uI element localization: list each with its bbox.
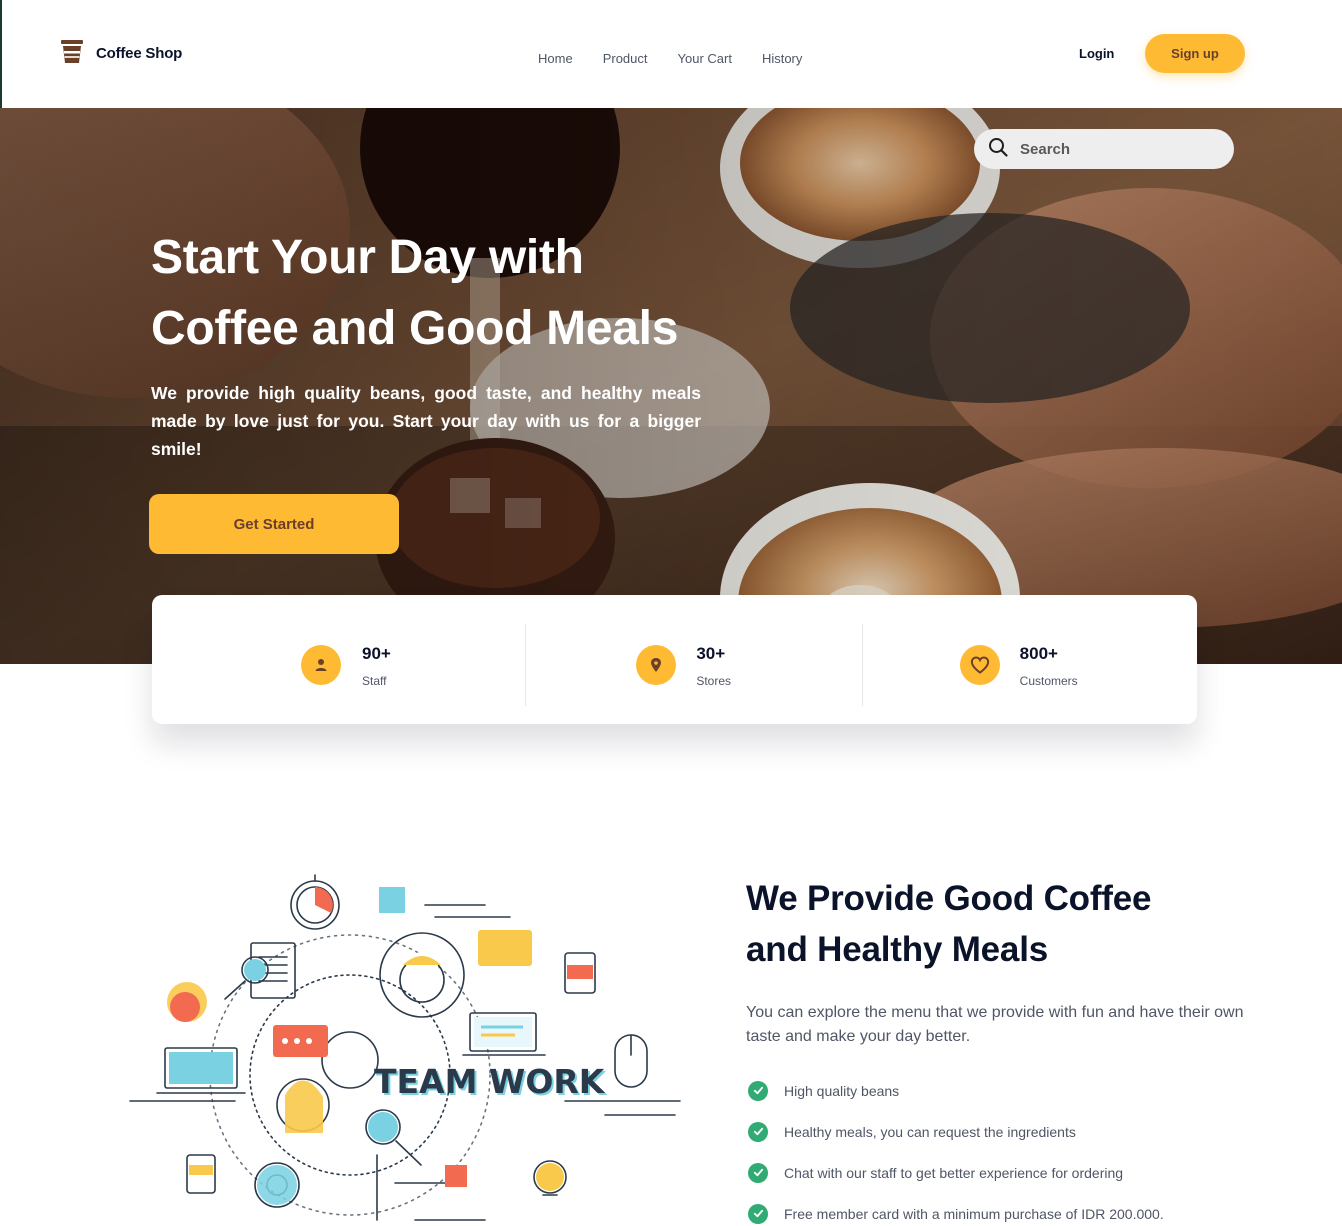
stat-label: Customers bbox=[1019, 674, 1078, 688]
hero-section: Search Start Your Day with Coffee and Go… bbox=[0, 108, 1342, 664]
stat-value: 800+ bbox=[1019, 644, 1058, 663]
feature-description: You can explore the menu that we provide… bbox=[746, 1004, 1244, 1045]
signup-button[interactable]: Sign up bbox=[1145, 34, 1245, 73]
feature-point-list: High quality beans Healthy meals, you ca… bbox=[748, 1070, 1164, 1226]
stat-value: 30+ bbox=[696, 644, 726, 663]
coffee-cup-icon bbox=[59, 38, 85, 69]
feature-title-line-1: We Provide Good Coffee bbox=[746, 879, 1152, 918]
feature-point: Free member card with a minimum purchase… bbox=[748, 1193, 1164, 1226]
nav-history[interactable]: History bbox=[762, 51, 802, 66]
feature-title-line-2: and Healthy Meals bbox=[746, 930, 1048, 969]
check-icon bbox=[748, 1162, 768, 1183]
feature-point: High quality beans bbox=[748, 1070, 1164, 1111]
stat-staff: 90+ Staff bbox=[152, 595, 500, 724]
stat-label: Staff bbox=[362, 674, 387, 688]
nav-product[interactable]: Product bbox=[603, 51, 648, 66]
check-icon bbox=[748, 1080, 768, 1101]
nav-home[interactable]: Home bbox=[538, 51, 573, 66]
feature-point-text: Chat with our staff to get better experi… bbox=[784, 1164, 1124, 1181]
feature-point-text: High quality beans bbox=[784, 1082, 900, 1099]
stat-stores: 30+ Stores bbox=[500, 595, 848, 724]
search-input[interactable]: Search bbox=[974, 129, 1234, 169]
hero-title: Start Your Day with Coffee and Good Meal… bbox=[151, 222, 771, 364]
check-icon bbox=[748, 1121, 768, 1142]
illustration-text: TEAM WORK bbox=[374, 1062, 606, 1101]
stat-value: 90+ bbox=[362, 644, 391, 663]
hero-title-line-1: Start Your Day with bbox=[151, 231, 584, 284]
stat-customers: 800+ Customers bbox=[849, 595, 1197, 724]
feature-point-text: Healthy meals, you can request the ingre… bbox=[784, 1123, 1076, 1140]
nav-links: Home Product Your Cart History bbox=[538, 51, 802, 66]
person-icon bbox=[301, 645, 341, 685]
feature-point: Chat with our staff to get better experi… bbox=[748, 1152, 1164, 1193]
hero-description: We provide high quality beans, good tast… bbox=[151, 383, 701, 459]
check-icon bbox=[748, 1203, 768, 1224]
search-placeholder: Search bbox=[1020, 140, 1071, 158]
navbar: Coffee Shop Home Product Your Cart Histo… bbox=[0, 0, 1342, 108]
stat-label: Stores bbox=[696, 674, 732, 688]
heart-icon bbox=[959, 645, 1000, 685]
brand-name: Coffee Shop bbox=[96, 45, 183, 62]
search-icon bbox=[988, 137, 1008, 162]
brand-logo[interactable]: Coffee Shop bbox=[59, 38, 182, 69]
get-started-button[interactable]: Get Started bbox=[149, 494, 399, 554]
location-pin-icon bbox=[636, 645, 677, 685]
login-link[interactable]: Login bbox=[1079, 46, 1114, 61]
feature-point-text: Free member card with a minimum purchase… bbox=[784, 1205, 1164, 1222]
stats-card: 90+ Staff 30+ Stores 800+ Customers bbox=[152, 595, 1197, 724]
feature-point: Healthy meals, you can request the ingre… bbox=[748, 1111, 1164, 1152]
team-work-illustration: TEAM WORK TEAM WORK bbox=[129, 874, 681, 1221]
hero-title-line-2: Coffee and Good Meals bbox=[151, 302, 679, 355]
feature-title: We Provide Good Coffee and Healthy Meals bbox=[746, 873, 1266, 975]
nav-your-cart[interactable]: Your Cart bbox=[678, 51, 732, 66]
